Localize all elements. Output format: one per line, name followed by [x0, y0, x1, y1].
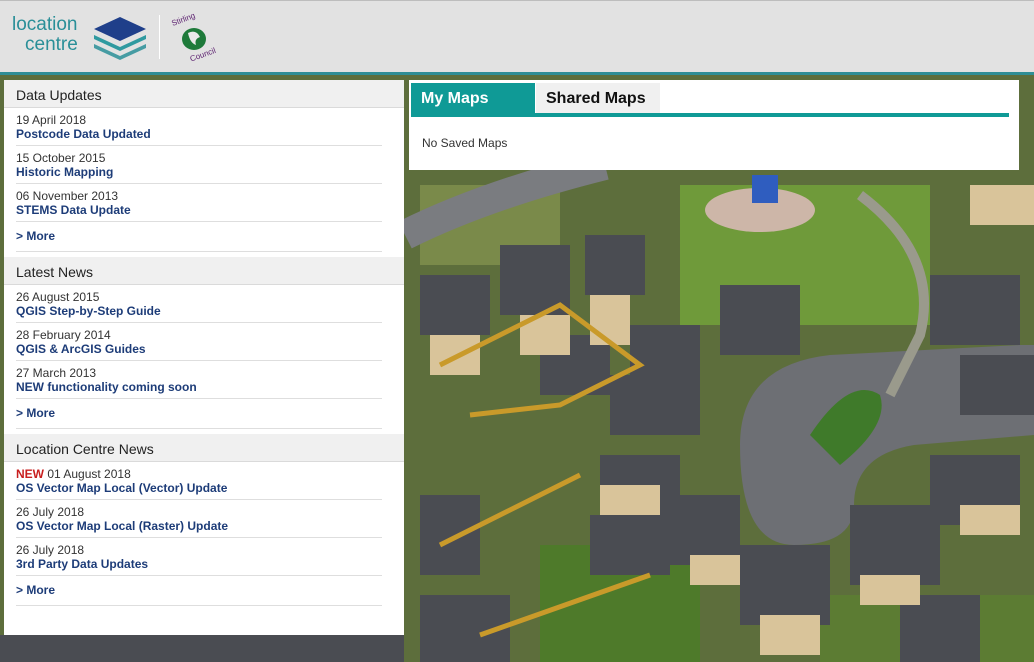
data-updates-more-link[interactable]: > More — [16, 222, 382, 252]
council-emblem-icon: Stirling Council — [170, 11, 217, 63]
item-date: 01 August 2018 — [47, 467, 131, 481]
list-item: 27 March 2013 NEW functionality coming s… — [16, 361, 382, 399]
item-link[interactable]: STEMS Data Update — [16, 203, 382, 217]
tab-underline — [411, 113, 1009, 117]
item-date: 26 July 2018 — [16, 543, 85, 557]
item-link[interactable]: 3rd Party Data Updates — [16, 557, 382, 571]
item-link[interactable]: OS Vector Map Local (Vector) Update — [16, 481, 382, 495]
latest-news-list: 26 August 2015 QGIS Step-by-Step Guide 2… — [4, 285, 404, 429]
location-centre-logo[interactable]: location centre — [12, 15, 152, 63]
location-centre-news-more-link[interactable]: > More — [16, 576, 382, 606]
item-date-row: NEW 01 August 2018 — [16, 467, 382, 481]
logo-wordmark: location centre — [12, 15, 78, 55]
list-item: 26 July 2018 OS Vector Map Local (Raster… — [16, 500, 382, 538]
list-item: 26 July 2018 3rd Party Data Updates — [16, 538, 382, 576]
latest-news-heading: Latest News — [4, 257, 404, 285]
tab-shared-maps[interactable]: Shared Maps — [536, 83, 660, 113]
logo-line2: centre — [25, 34, 78, 55]
list-item: 15 October 2015 Historic Mapping — [16, 146, 382, 184]
item-link[interactable]: NEW functionality coming soon — [16, 380, 382, 394]
list-item: 06 November 2013 STEMS Data Update — [16, 184, 382, 222]
svg-text:Stirling: Stirling — [170, 13, 196, 28]
item-date: 15 October 2015 — [16, 151, 106, 165]
item-date: 28 February 2014 — [16, 328, 111, 342]
item-link[interactable]: QGIS & ArcGIS Guides — [16, 342, 382, 356]
maps-panel: My Maps Shared Maps No Saved Maps — [409, 80, 1019, 170]
new-badge: NEW — [16, 467, 44, 481]
news-panel: Data Updates 19 April 2018 Postcode Data… — [4, 80, 404, 635]
item-link[interactable]: Postcode Data Updated — [16, 127, 382, 141]
item-link[interactable]: OS Vector Map Local (Raster) Update — [16, 519, 382, 533]
header-divider — [159, 15, 160, 59]
logo-line1: location — [12, 14, 78, 35]
latest-news-more-link[interactable]: > More — [16, 399, 382, 429]
stacked-layers-icon — [94, 17, 146, 60]
location-centre-news-list: NEW 01 August 2018 OS Vector Map Local (… — [4, 462, 404, 606]
item-link[interactable]: Historic Mapping — [16, 165, 382, 179]
data-updates-list: 19 April 2018 Postcode Data Updated 15 O… — [4, 108, 404, 252]
item-date: 06 November 2013 — [16, 189, 119, 203]
list-item: NEW 01 August 2018 OS Vector Map Local (… — [16, 462, 382, 500]
list-item: 26 August 2015 QGIS Step-by-Step Guide — [16, 285, 382, 323]
site-header: location centre Stirling Council — [0, 0, 1034, 72]
data-updates-heading: Data Updates — [4, 80, 404, 108]
item-date: 19 April 2018 — [16, 113, 87, 127]
item-date: 27 March 2013 — [16, 366, 97, 380]
item-date: 26 July 2018 — [16, 505, 85, 519]
tab-my-maps[interactable]: My Maps — [411, 83, 535, 113]
list-item: 28 February 2014 QGIS & ArcGIS Guides — [16, 323, 382, 361]
no-saved-maps-message: No Saved Maps — [422, 136, 508, 150]
item-date: 26 August 2015 — [16, 290, 100, 304]
list-item: 19 April 2018 Postcode Data Updated — [16, 108, 382, 146]
item-link[interactable]: QGIS Step-by-Step Guide — [16, 304, 382, 318]
stirling-council-logo[interactable]: Stirling Council — [168, 11, 220, 66]
location-centre-news-heading: Location Centre News — [4, 434, 404, 462]
